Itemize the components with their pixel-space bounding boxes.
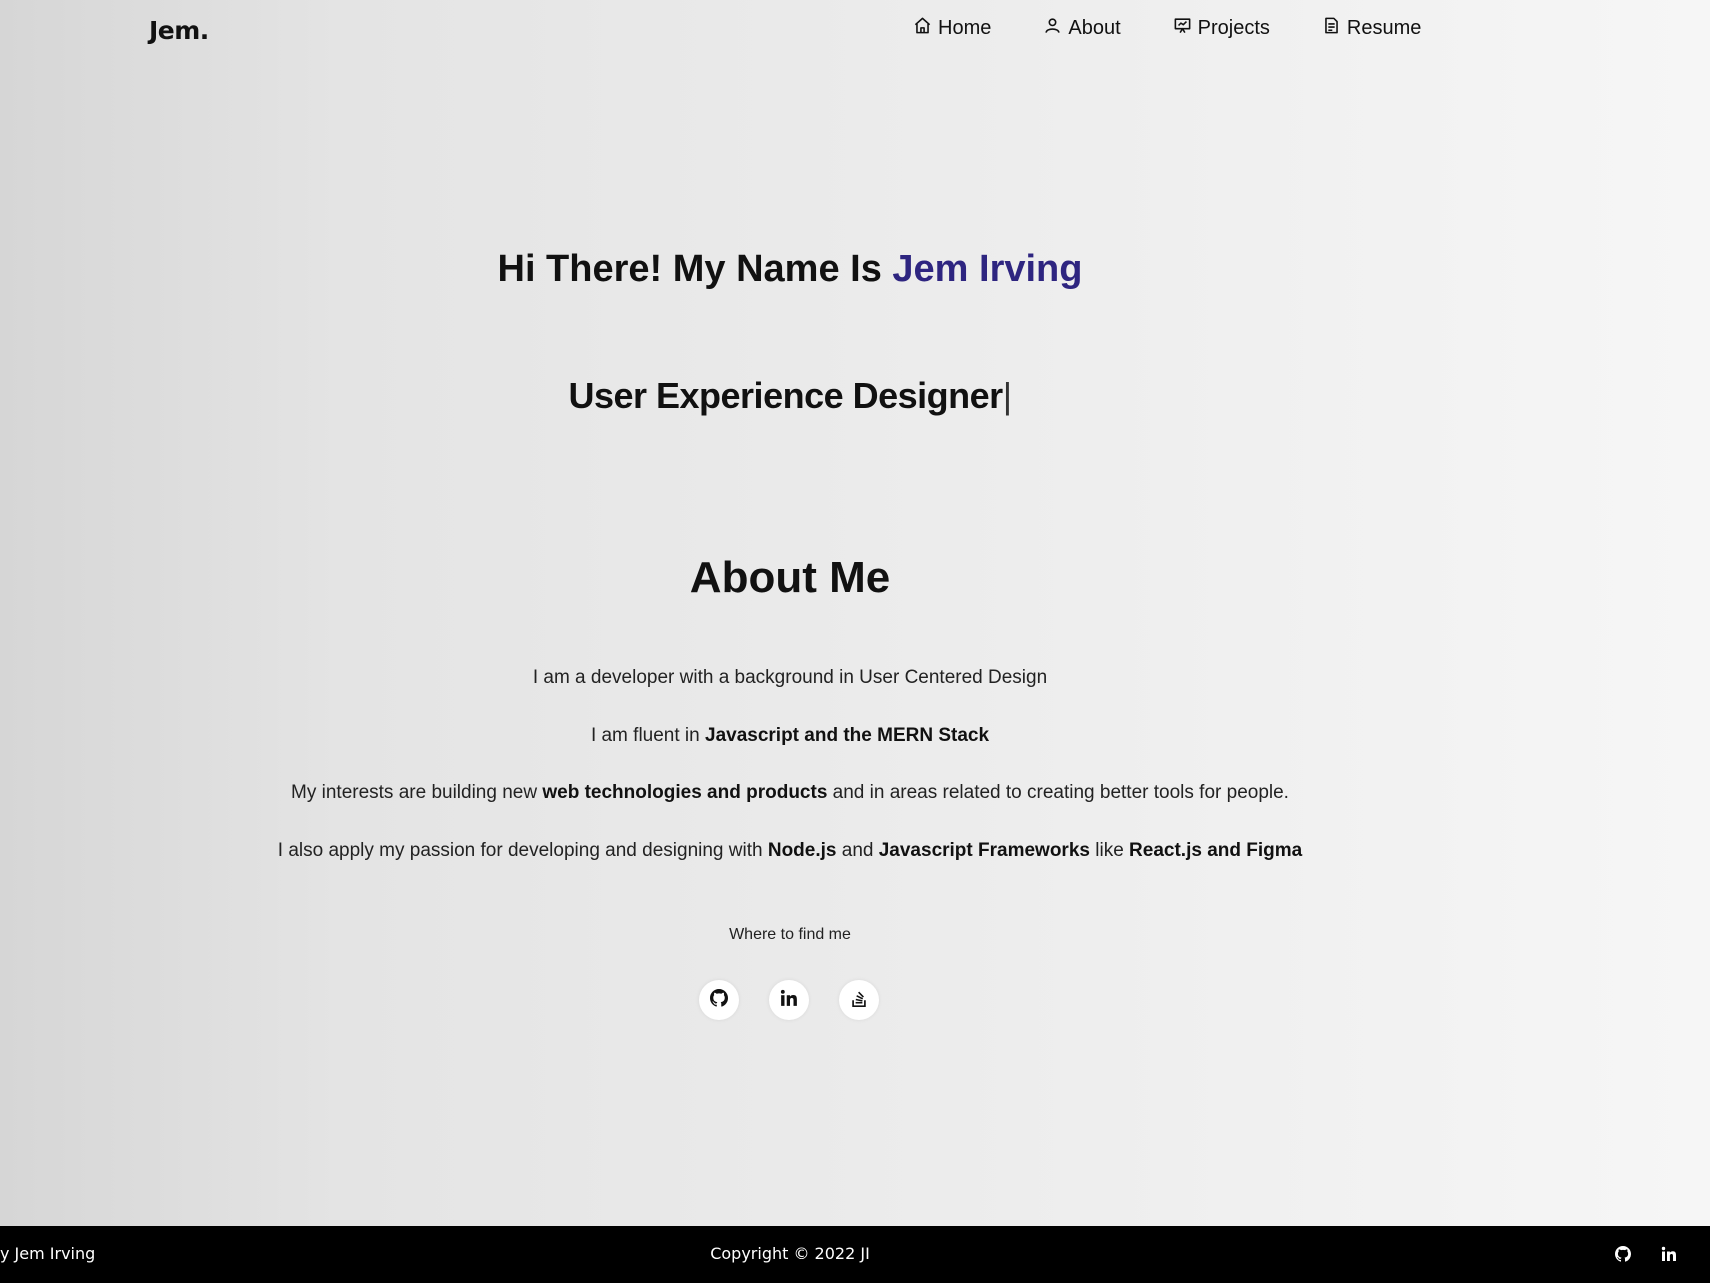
about-line-2-text: I am fluent in xyxy=(590,724,705,746)
home-icon xyxy=(913,16,932,41)
linkedin-icon[interactable] xyxy=(1661,1246,1677,1267)
about-line-4: I also apply my passion for developing a… xyxy=(0,838,1580,896)
find-me-heading: Where to find me xyxy=(729,926,851,943)
about-line-1: I am a developer with a background in Us… xyxy=(532,667,1048,688)
linkedin-icon xyxy=(780,989,798,1012)
about-title: About Me xyxy=(689,553,891,602)
navbar: Jem. Home About Projects Resume xyxy=(0,0,1710,62)
nav-home[interactable]: Home xyxy=(913,16,991,41)
about-line-4-text-c: like xyxy=(1089,839,1130,861)
nav-resume-label: Resume xyxy=(1346,17,1422,39)
about-line-3-strong: web technologies and products xyxy=(542,782,828,803)
nav-projects-label: Projects xyxy=(1197,17,1270,39)
about-line-3: My interests are building new web techno… xyxy=(0,780,1580,838)
user-icon xyxy=(1043,16,1062,41)
about-line-4-strong-c: React.js and Figma xyxy=(1129,839,1303,861)
stackoverflow-icon xyxy=(850,989,868,1012)
greeting-text: Hi There! My Name Is xyxy=(497,248,893,290)
github-link[interactable] xyxy=(699,980,739,1020)
nav-about[interactable]: About xyxy=(1043,16,1121,41)
stackoverflow-link[interactable] xyxy=(839,980,879,1020)
about-text: I am a developer with a background in Us… xyxy=(0,665,1580,895)
about-line-4-text-b: and xyxy=(836,839,879,861)
about-line-3-text-b: and in areas related to creating better … xyxy=(827,782,1289,803)
about-line-4-strong-b: Javascript Frameworks xyxy=(878,839,1090,861)
presentation-icon xyxy=(1173,16,1192,41)
typing-cursor: | xyxy=(1002,375,1012,416)
role-text: User Experience Designer xyxy=(568,375,1003,416)
nav-about-label: About xyxy=(1068,17,1121,39)
footer: y Jem Irving Copyright © 2022 JI xyxy=(0,1226,1710,1283)
github-icon xyxy=(710,988,729,1012)
document-icon xyxy=(1322,16,1341,41)
footer-copyright: Copyright © 2022 JI xyxy=(710,1244,870,1263)
main-nav: Home About Projects Resume xyxy=(913,16,1421,41)
nav-resume[interactable]: Resume xyxy=(1322,16,1421,41)
about-line-4-text-a: I also apply my passion for developing a… xyxy=(277,839,768,861)
about-line-2-strong: Javascript and the MERN Stack xyxy=(705,724,990,746)
about-line-3-text-a: My interests are building new xyxy=(291,782,543,803)
footer-social xyxy=(1615,1246,1677,1267)
hero-greeting: Hi There! My Name Is Jem Irving xyxy=(0,248,1580,291)
hero-role: User Experience Designer| xyxy=(0,375,1580,417)
linkedin-link[interactable] xyxy=(769,980,809,1020)
hero-name: Jem Irving xyxy=(892,248,1083,290)
nav-home-label: Home xyxy=(938,17,992,39)
github-icon[interactable] xyxy=(1615,1246,1632,1267)
social-links xyxy=(699,980,879,1020)
about-line-2: I am fluent in Javascript and the MERN S… xyxy=(0,723,1580,781)
nav-projects[interactable]: Projects xyxy=(1173,16,1270,41)
about-line-4-strong-a: Node.js xyxy=(767,839,837,861)
brand-logo[interactable]: Jem. xyxy=(149,16,209,45)
